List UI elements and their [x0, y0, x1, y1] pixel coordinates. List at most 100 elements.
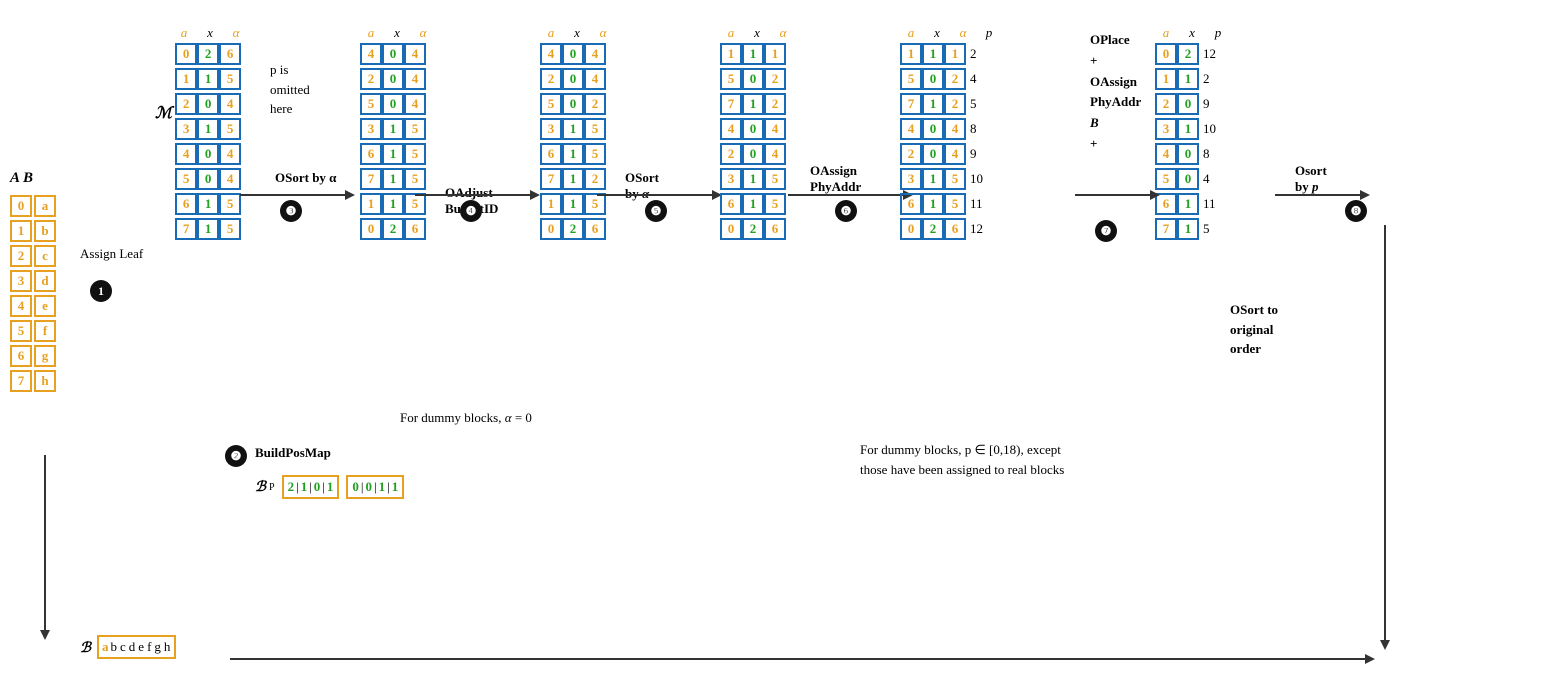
- step7-labels: OPlace+OAssignPhyAddrB+: [1090, 30, 1141, 155]
- step5-matrix: a x α 1 1 1 5 0 2 7 1 2 4 0 4: [720, 25, 794, 243]
- table-row: 3 1 5: [720, 168, 794, 190]
- step5-rows: 1 1 1 5 0 2 7 1 2 4 0 4 2 0 4: [720, 43, 794, 243]
- ab-idx-4: 4: [18, 298, 25, 314]
- M-rows: 0 2 6 1 1 5 2 0 4 3 1 5: [175, 43, 241, 243]
- step7-rows: 0 2 12 1 1 2 2 0 9 3 1 10 4 0 8: [1155, 43, 1229, 243]
- table-row: 3 1 5: [360, 118, 434, 140]
- table-row: 4 0 4: [720, 118, 794, 140]
- assign-leaf-label: Assign Leaf: [80, 245, 143, 263]
- step3-rows: 4 0 4 2 0 4 5 0 4 3 1 5 6 1 5: [360, 43, 434, 243]
- ab-letter-c: c: [42, 248, 48, 264]
- Bp-row: ℬ P 2 | 1 | 0 | 1 0 | 0 | 1 | 1: [255, 475, 404, 499]
- B-row: ℬ a b c d e f g h: [80, 635, 176, 659]
- ab-letter-d: d: [41, 273, 48, 289]
- M-header-x: x: [199, 25, 221, 41]
- table-row: 4 0 8: [1155, 143, 1229, 165]
- table-row: 3 1 5: [175, 118, 241, 140]
- dummy-note-1: For dummy blocks, α = 0: [400, 410, 532, 426]
- table-row: 7 1 2: [720, 93, 794, 115]
- B-cells: a b c d e f g h: [97, 635, 176, 659]
- buildposmap-label: BuildPosMap: [255, 445, 331, 461]
- ab-letter-f: f: [43, 323, 47, 339]
- M-header-a: a: [173, 25, 195, 41]
- step3-matrix: a x α 4 0 4 2 0 4 5 0 4 3 1 5: [360, 25, 434, 243]
- step1-circle: 1: [90, 280, 112, 302]
- table-row: 6 1 5: [540, 143, 614, 165]
- osort-alpha-label-3: OSort by α: [275, 170, 336, 186]
- step6-circle: ❻: [835, 200, 857, 222]
- table-row: 6 1 11: [1155, 193, 1229, 215]
- step7-matrix: a x p 0 2 12 1 1 2 2 0 9 3 1 10: [1155, 25, 1229, 243]
- Bp-cells: 2 | 1 | 0 | 1: [282, 475, 340, 499]
- ab-idx-7: 7: [18, 373, 25, 389]
- table-row: 0 2 6 12: [900, 218, 1000, 240]
- list-item: 2 c: [10, 245, 56, 267]
- step8-circle: ❽: [1345, 200, 1367, 222]
- ab-idx-2: 2: [18, 248, 25, 264]
- table-row: 5 0 4: [360, 93, 434, 115]
- table-row: 7 1 2 5: [900, 93, 1000, 115]
- step6-matrix: a x α p 1 1 1 2 5 0 2 4 7 1 2 5: [900, 25, 1000, 243]
- table-row: 0 2 6: [175, 43, 241, 65]
- table-row: 0 2 6: [360, 218, 434, 240]
- table-row: 3 1 5 10: [900, 168, 1000, 190]
- table-row: 2 0 4: [540, 68, 614, 90]
- table-row: 0 2 6: [720, 218, 794, 240]
- table-row: 6 1 5: [175, 193, 241, 215]
- list-item: 5 f: [10, 320, 56, 342]
- step4-matrix: a x α 4 0 4 2 0 4 5 0 2 3 1 5: [540, 25, 614, 243]
- table-row: 2 0 4: [360, 68, 434, 90]
- ab-idx-0: 0: [18, 198, 25, 214]
- table-row: 0 2 6: [540, 218, 614, 240]
- table-row: 4 0 4 8: [900, 118, 1000, 140]
- table-row: 5 0 2: [540, 93, 614, 115]
- table-row: 0 2 12: [1155, 43, 1229, 65]
- step7-circle: ❼: [1095, 220, 1117, 242]
- table-row: 2 0 4 9: [900, 143, 1000, 165]
- list-item: 0 a: [10, 195, 56, 217]
- table-row: 7 1 5: [1155, 218, 1229, 240]
- list-item: 7 h: [10, 370, 56, 392]
- M-label: ℳ: [155, 103, 172, 123]
- step2-circle: ❷: [225, 445, 247, 467]
- table-row: 1 1 2: [1155, 68, 1229, 90]
- table-row: 5 0 2 4: [900, 68, 1000, 90]
- p-omitted-note: p is omitted here: [270, 60, 310, 119]
- table-row: 1 1 1 2: [900, 43, 1000, 65]
- step4-rows: 4 0 4 2 0 4 5 0 2 3 1 5 6 1 5: [540, 43, 614, 243]
- arrow-step7-8: [1075, 185, 1165, 210]
- A-label: A: [10, 170, 20, 187]
- long-bottom-arrow: [230, 649, 1380, 674]
- table-row: 5 0 4: [175, 168, 241, 190]
- table-row: 4 0 4: [540, 43, 614, 65]
- table-row: 3 1 5: [540, 118, 614, 140]
- ab-letter-a: a: [42, 198, 49, 214]
- arrow-down-step8: [1375, 225, 1395, 660]
- ab-letter-b: b: [41, 223, 48, 239]
- table-row: 2 0 4: [720, 143, 794, 165]
- table-row: 4 0 4: [360, 43, 434, 65]
- AB-labels: A B: [10, 170, 33, 189]
- osort-original-label: OSort tooriginalorder: [1230, 300, 1278, 359]
- list-item: 3 d: [10, 270, 56, 292]
- M-header-a2: α: [225, 25, 247, 41]
- ab-letter-e: e: [42, 298, 48, 314]
- table-row: 6 1 5: [720, 193, 794, 215]
- diagram-container: A B 0 a 1 b 2 c 3 d 4 e 5 f 6: [0, 0, 1565, 677]
- B-label: B: [23, 170, 33, 187]
- step6-rows: 1 1 1 2 5 0 2 4 7 1 2 5 4 0 4 8: [900, 43, 1000, 243]
- table-row: 1 1 1: [720, 43, 794, 65]
- ab-idx-5: 5: [18, 323, 25, 339]
- ab-idx-6: 6: [18, 348, 25, 364]
- M-matrix: a x α ℳ 0 2 6 1 1 5 2 0: [155, 25, 247, 243]
- step4-circle: ❹: [460, 200, 482, 222]
- table-row: 1 1 5: [175, 68, 241, 90]
- list-item: 6 g: [10, 345, 56, 367]
- ab-letter-h: h: [41, 373, 48, 389]
- ab-idx-3: 3: [18, 273, 25, 289]
- step3-circle: ❸: [280, 200, 302, 222]
- Bp-cells2: 0 | 0 | 1 | 1: [346, 475, 404, 499]
- table-row: 5 0 2: [720, 68, 794, 90]
- table-row: 7 1 5: [175, 218, 241, 240]
- table-row: 6 1 5 11: [900, 193, 1000, 215]
